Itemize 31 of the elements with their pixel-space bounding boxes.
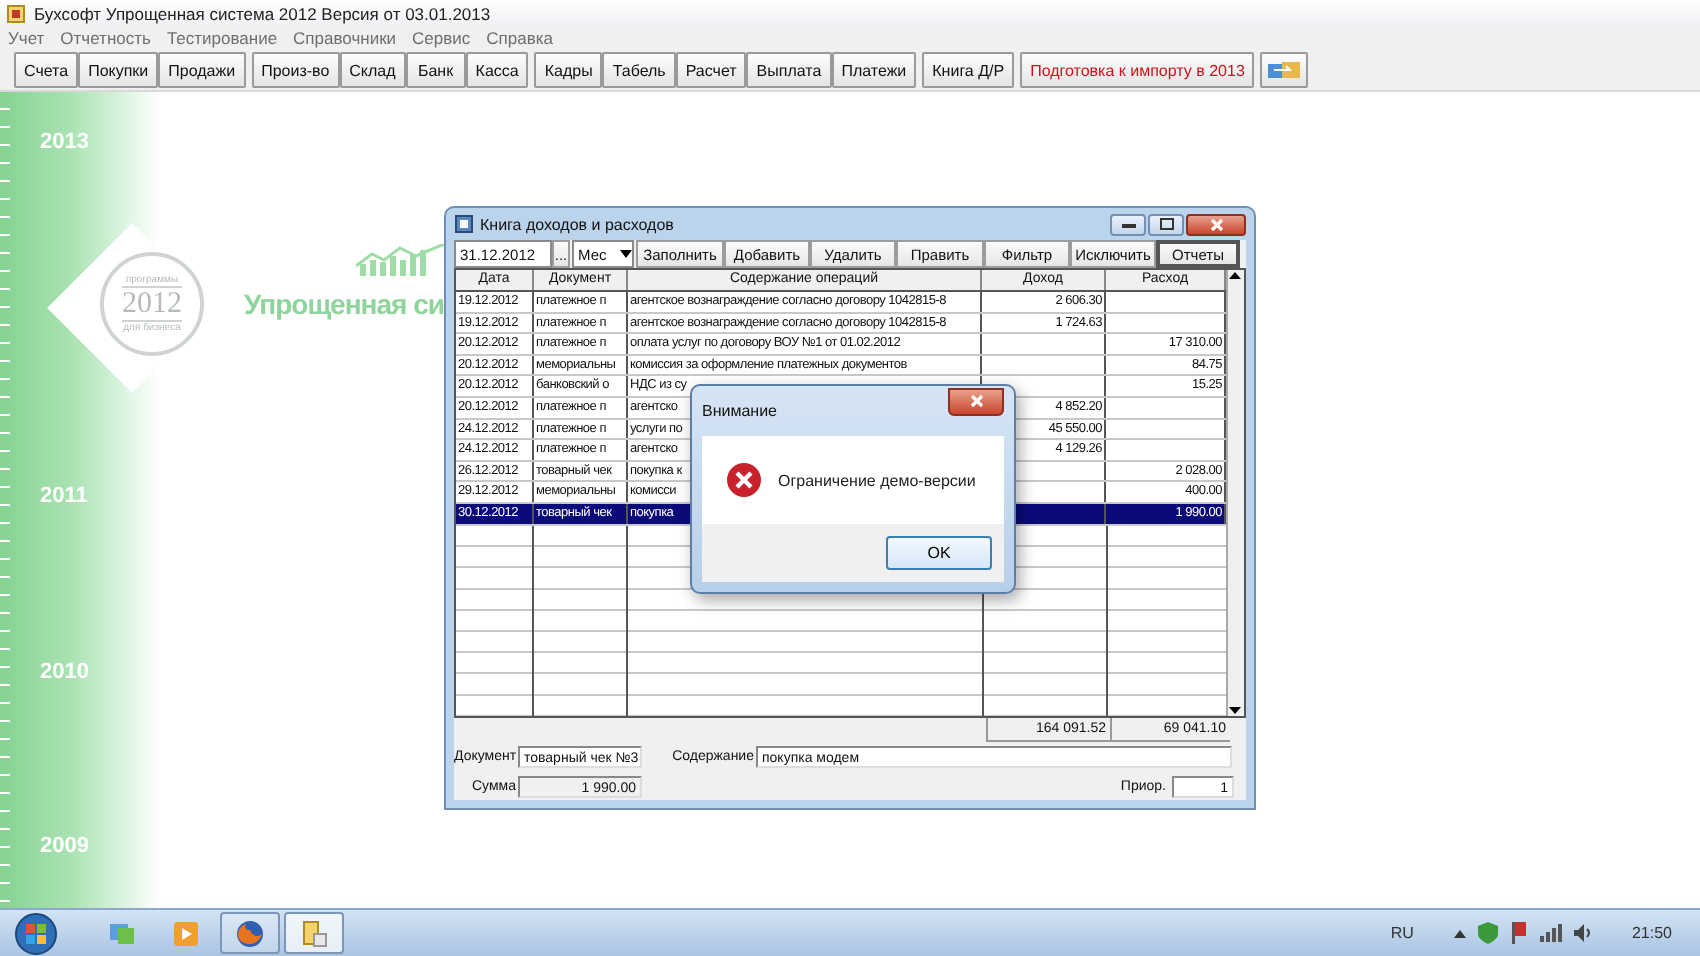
ok-button[interactable]: OK	[886, 536, 992, 570]
toolbar-button[interactable]: Подготовка к импорту в 2013	[1020, 52, 1255, 88]
slogan-text: Упрощенная си	[244, 288, 444, 320]
year-label: 2010	[40, 660, 89, 684]
menu-item[interactable]: Сервис	[412, 28, 471, 48]
toolbar-button[interactable]: Касса	[465, 52, 529, 88]
window-title: Бухсофт Упрощенная система 2012 Версия от 03.01.2013	[34, 3, 491, 23]
toolbar-button[interactable]: Табель	[602, 52, 676, 88]
year-label: 2013	[40, 130, 89, 154]
toolbar-button[interactable]: Книга Д/Р	[922, 52, 1015, 88]
toolbar-button[interactable]: Счета	[14, 52, 79, 88]
menu-item[interactable]: Учет	[8, 28, 45, 48]
menu-item[interactable]: Отчетность	[60, 28, 151, 48]
menu-item[interactable]: Справка	[486, 28, 554, 48]
window-title: Книга доходов и расходов	[480, 215, 676, 233]
dialog-title: Внимание	[702, 402, 778, 420]
menu-item[interactable]: Тестирование	[166, 28, 278, 48]
toolbar-button[interactable]: Склад	[339, 52, 406, 88]
toolbar-button[interactable]: Продажи	[158, 52, 246, 88]
language-indicator[interactable]: RU	[1390, 924, 1414, 942]
toolbar-button[interactable]: Кадры	[534, 52, 603, 88]
year-label: 2009	[40, 834, 89, 858]
toolbar-button[interactable]: Покупки	[78, 52, 159, 88]
toolbar-button[interactable]: Произ-во	[251, 52, 340, 88]
clock: 21:50	[1631, 924, 1672, 942]
toolbar-button[interactable]: Банк	[405, 52, 466, 88]
menu-item[interactable]: Справочники	[293, 28, 397, 48]
toolbar-button[interactable]: Платежи	[831, 52, 917, 88]
toolbar-button[interactable]: Расчет	[675, 52, 747, 88]
year-label: 2011	[40, 484, 88, 508]
toolbar-button[interactable]: Выплата	[746, 52, 832, 88]
